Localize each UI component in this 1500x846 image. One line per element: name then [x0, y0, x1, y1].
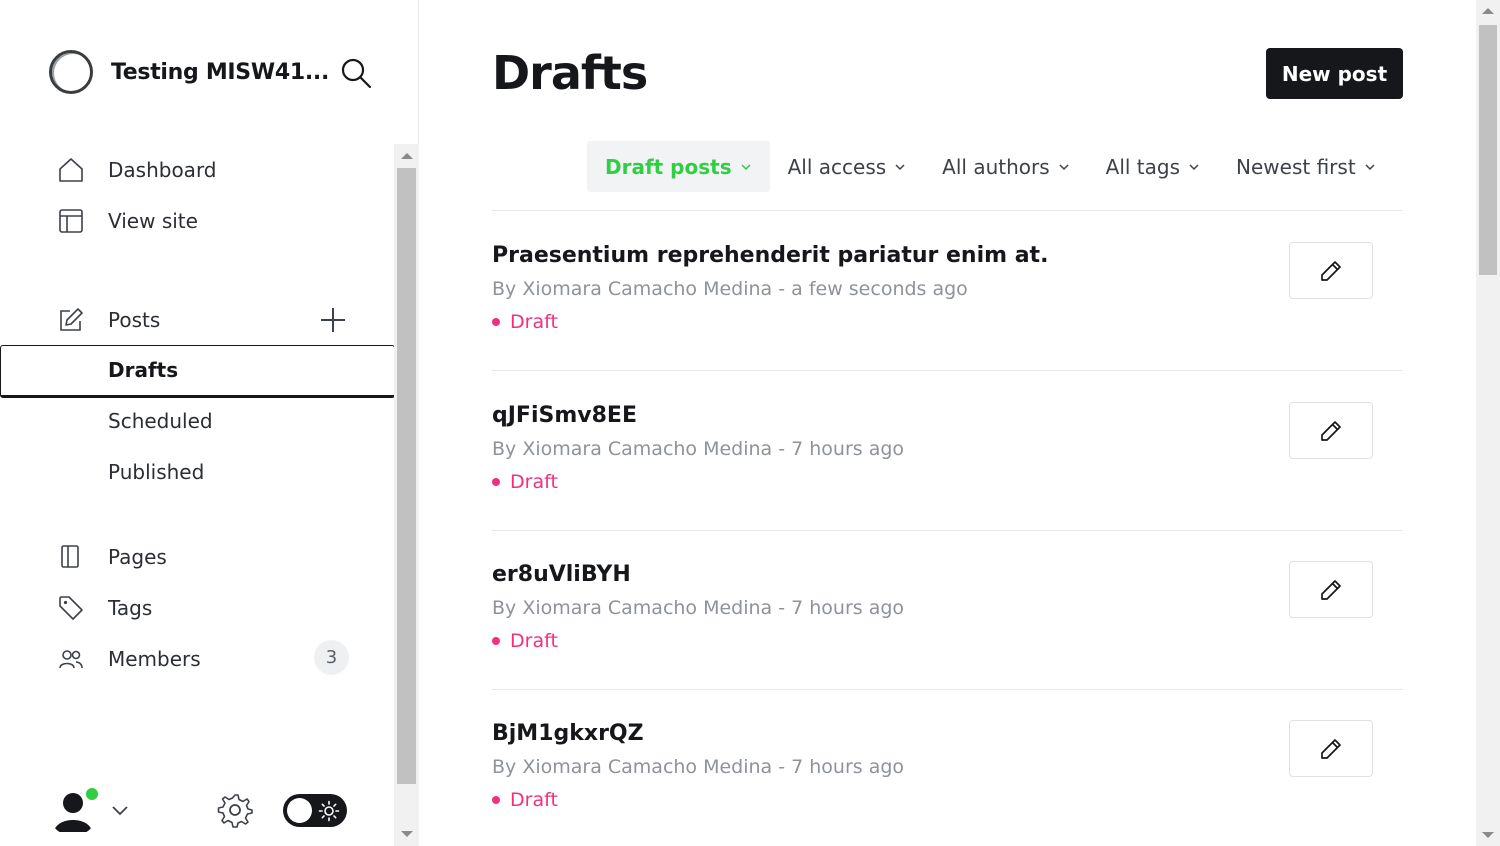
chevron-down-icon	[1189, 163, 1199, 170]
pencil-icon	[1321, 738, 1341, 759]
filter-type[interactable]: Draft posts	[587, 141, 770, 192]
nav-posts-label: Posts	[108, 308, 161, 332]
scroll-up-arrow[interactable]	[401, 153, 413, 159]
status-dot	[492, 318, 500, 326]
filter-type-label: Draft posts	[605, 154, 732, 179]
nav-members[interactable]: Members	[58, 641, 201, 677]
main-content: Drafts New post Draft posts All access A…	[420, 0, 1476, 846]
filter-tags[interactable]: All tags	[1088, 141, 1218, 192]
edit-post-button[interactable]	[1289, 561, 1373, 618]
post-title[interactable]: BjM1gkxrQZ	[492, 721, 644, 746]
edit-post-button[interactable]	[1289, 402, 1373, 459]
page-title: Drafts	[492, 46, 648, 100]
edit-post-button[interactable]	[1289, 242, 1373, 299]
chevron-down-icon	[741, 163, 751, 170]
home-icon	[58, 157, 84, 183]
theme-toggle[interactable]	[283, 794, 347, 827]
status-dot	[492, 478, 500, 486]
post-status-label: Draft	[510, 789, 558, 811]
filter-authors[interactable]: All authors	[924, 141, 1087, 192]
post-meta: By Xiomara Camacho Medina - 7 hours ago	[492, 756, 905, 778]
filter-authors-label: All authors	[942, 154, 1050, 179]
nav-dashboard[interactable]: Dashboard	[58, 152, 217, 188]
post-list-item[interactable]: qJFiSmv8EE By Xiomara Camacho Medina - 7…	[492, 371, 1403, 531]
status-dot	[492, 637, 500, 645]
sun-icon	[318, 800, 340, 822]
post-status: Draft	[492, 630, 558, 652]
sidebar-scroll-thumb[interactable]	[397, 168, 416, 784]
pencil-icon	[1321, 420, 1341, 441]
page-scrollbar[interactable]	[1476, 0, 1500, 846]
pencil-icon	[1321, 260, 1341, 281]
post-status: Draft	[492, 311, 558, 333]
nav-published[interactable]: Published	[108, 460, 204, 484]
post-list-item[interactable]: er8uVliBYH By Xiomara Camacho Medina - 7…	[492, 530, 1403, 690]
scroll-up-arrow[interactable]	[1482, 8, 1494, 14]
filter-access[interactable]: All access	[770, 141, 925, 192]
filter-tags-label: All tags	[1105, 154, 1181, 179]
new-post-button[interactable]: New post	[1266, 48, 1403, 99]
filter-bar: Draft posts All access All authors All t…	[587, 141, 1394, 192]
chevron-down-icon	[1365, 163, 1375, 170]
edit-icon	[58, 307, 84, 333]
post-meta: By Xiomara Camacho Medina - a few second…	[492, 278, 968, 300]
post-meta: By Xiomara Camacho Medina - 7 hours ago	[492, 438, 905, 460]
status-dot	[492, 796, 500, 804]
brand[interactable]: Testing MISW41...	[49, 50, 329, 94]
sidebar: Testing MISW41... Dashboard View site Po…	[0, 0, 419, 846]
nav-view-site[interactable]: View site	[58, 203, 198, 239]
theme-toggle-knob	[287, 798, 312, 823]
edit-post-button[interactable]	[1289, 720, 1373, 777]
nav-posts[interactable]: Posts	[58, 302, 160, 338]
post-title[interactable]: er8uVliBYH	[492, 562, 631, 587]
page-icon	[58, 544, 84, 570]
post-title[interactable]: qJFiSmv8EE	[492, 403, 637, 428]
nav-dashboard-label: Dashboard	[108, 158, 217, 182]
search-icon[interactable]	[340, 57, 372, 89]
scroll-down-arrow[interactable]	[401, 831, 413, 837]
filter-sort-label: Newest first	[1236, 154, 1356, 179]
online-status-dot	[84, 786, 100, 802]
nav-tags[interactable]: Tags	[58, 590, 152, 626]
post-status: Draft	[492, 789, 558, 811]
filter-access-label: All access	[787, 154, 887, 179]
members-count-badge: 3	[314, 640, 349, 675]
post-status-label: Draft	[510, 311, 558, 333]
pencil-icon	[1321, 579, 1341, 600]
post-status-label: Draft	[510, 630, 558, 652]
scroll-down-arrow[interactable]	[1482, 832, 1494, 838]
nav-tags-label: Tags	[108, 596, 153, 620]
site-title: Testing MISW41...	[111, 59, 330, 85]
chevron-down-icon[interactable]	[110, 800, 130, 820]
filter-sort[interactable]: Newest first	[1218, 141, 1394, 192]
nav-drafts-label: Drafts	[108, 358, 179, 382]
post-list-item[interactable]: BjM1gkxrQZ By Xiomara Camacho Medina - 7…	[492, 689, 1403, 846]
sidebar-scrollbar[interactable]	[394, 144, 419, 846]
post-status-label: Draft	[510, 471, 558, 493]
post-title[interactable]: Praesentium reprehenderit pariatur enim …	[492, 243, 1048, 268]
nav-pages[interactable]: Pages	[58, 539, 167, 575]
page-scroll-thumb[interactable]	[1479, 25, 1497, 275]
members-icon	[58, 646, 84, 672]
nav-scheduled[interactable]: Scheduled	[108, 409, 213, 433]
add-post-icon[interactable]	[318, 305, 348, 335]
post-status: Draft	[492, 471, 558, 493]
post-meta: By Xiomara Camacho Medina - 7 hours ago	[492, 597, 905, 619]
site-logo	[49, 50, 93, 94]
tag-icon	[58, 595, 84, 621]
chevron-down-icon	[1059, 163, 1069, 170]
post-list-item[interactable]: Praesentium reprehenderit pariatur enim …	[492, 211, 1403, 371]
chevron-down-icon	[895, 163, 905, 170]
nav-members-label: Members	[108, 647, 201, 671]
nav-drafts[interactable]: Drafts	[0, 345, 395, 398]
nav-pages-label: Pages	[108, 545, 167, 569]
nav-view-site-label: View site	[108, 209, 198, 233]
gear-icon[interactable]	[217, 792, 253, 828]
layout-icon	[58, 208, 84, 234]
